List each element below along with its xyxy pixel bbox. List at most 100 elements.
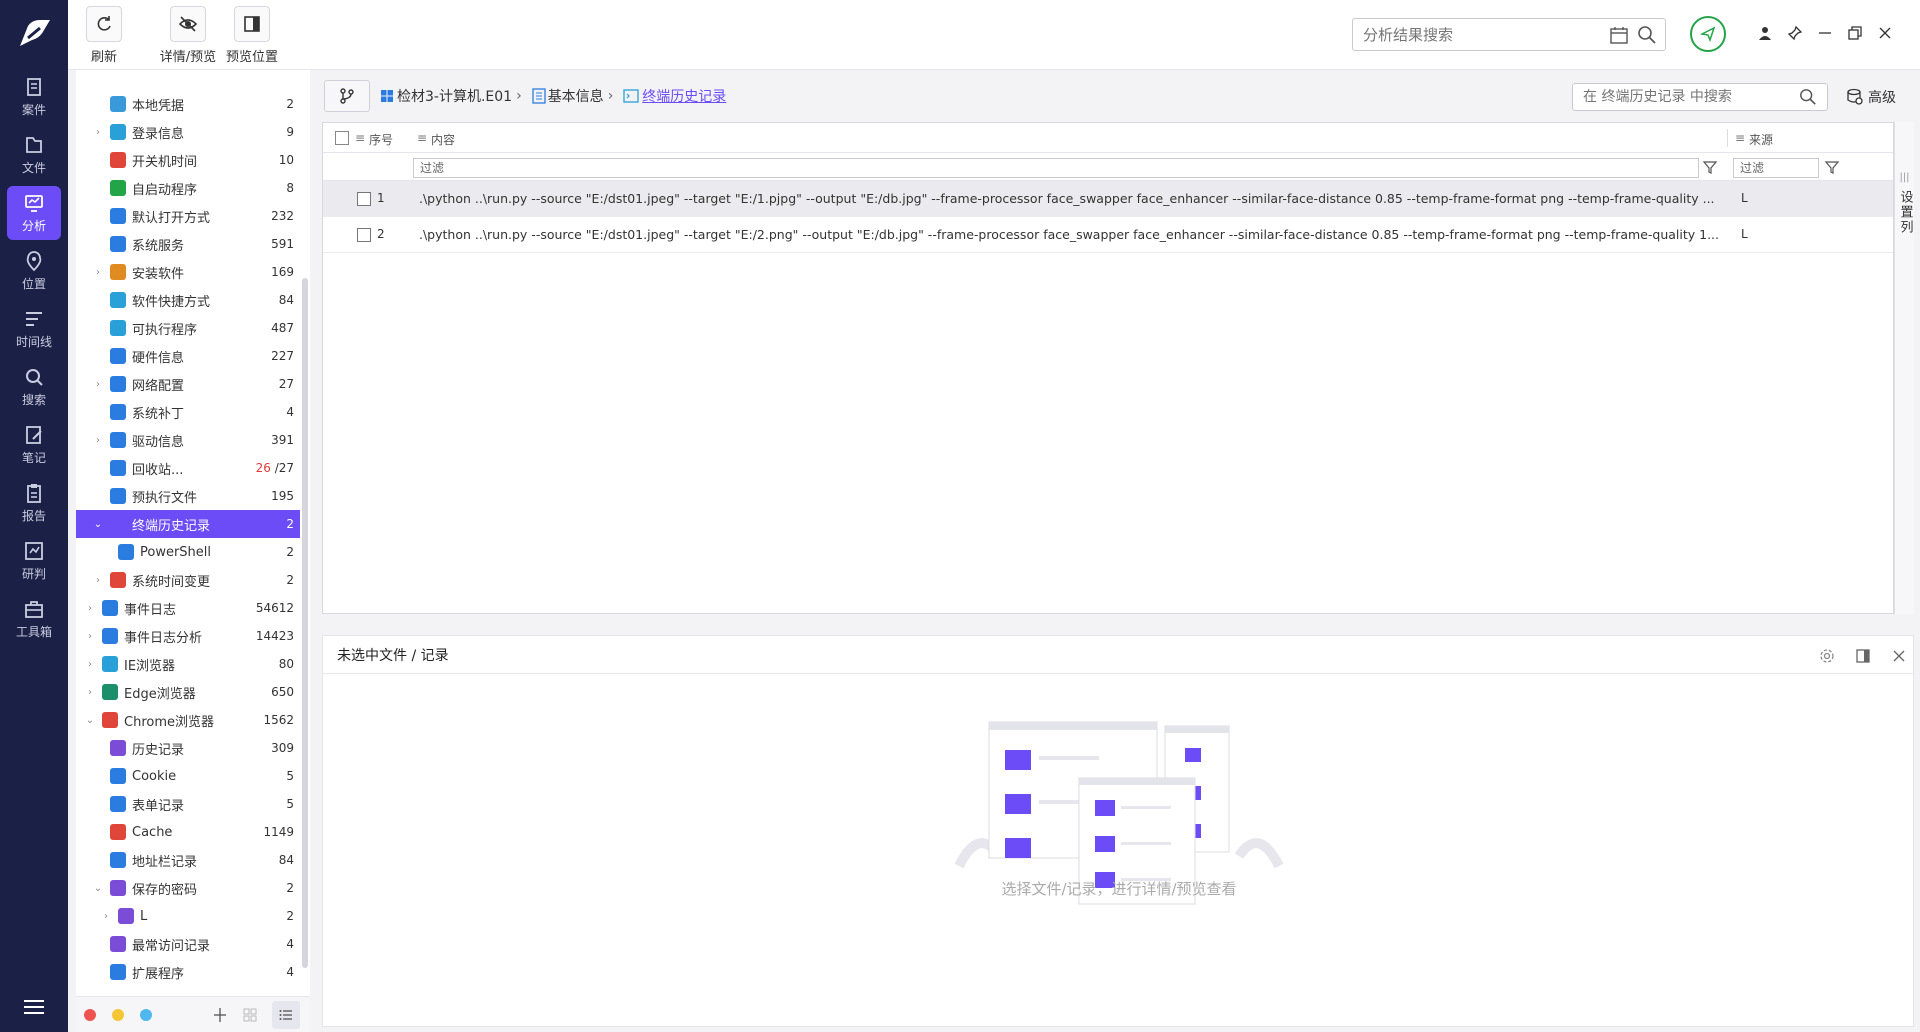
refresh-button[interactable]: 刷新 [86,6,122,65]
nav-item-case[interactable]: 案件 [7,70,61,124]
filter-icon[interactable] [1703,160,1717,174]
minimize-icon[interactable] [1814,22,1836,44]
collapse-icon[interactable] [212,1007,228,1023]
chevron-icon[interactable]: › [92,266,104,278]
chevron-icon[interactable]: ⌄ [84,714,96,726]
preview-position-button[interactable]: 预览位置 [204,6,300,65]
nav-item-search[interactable]: 搜索 [7,360,61,414]
tree-item[interactable]: 开关机时间 10 [76,146,300,174]
tree-item[interactable]: › 驱动信息 391 [76,426,300,454]
column-menu-icon[interactable]: ≡ [355,131,365,145]
tree-item[interactable]: ⌄ 终端历史记录 2 [76,510,300,538]
table-row[interactable]: 1 .\python ..\run.py --source "E:/dst01.j… [323,181,1893,217]
chevron-icon[interactable]: › [92,574,104,586]
tree-item[interactable]: 硬件信息 227 [76,342,300,370]
chevron-icon[interactable]: ⌄ [92,518,104,530]
content-filter-input[interactable]: 过滤 [413,158,1699,178]
close-icon[interactable] [1889,646,1909,666]
chevron-icon[interactable]: › [92,434,104,446]
source-filter-input[interactable]: 过滤 [1733,158,1819,178]
close-icon[interactable] [1874,22,1896,44]
yellow-filter-dot[interactable] [112,1008,124,1021]
row-checkbox[interactable] [357,228,371,242]
menu-icon[interactable] [0,992,68,1022]
nav-item-file[interactable]: 文件 [7,128,61,182]
chevron-icon[interactable]: › [100,910,112,922]
breadcrumb-item-image[interactable]: 检材3-计算机.E01 › [380,86,526,106]
tree-item[interactable]: 系统服务 591 [76,230,300,258]
pin-icon[interactable] [1784,22,1806,44]
column-menu-icon[interactable]: ≡ [417,131,427,145]
tree-item[interactable]: 本地凭据 2 [76,90,300,118]
tree-item[interactable]: › 事件日志 54612 [76,594,300,622]
chevron-icon[interactable]: › [84,602,96,614]
tree-item[interactable]: ⌄ 保存的密码 2 [76,874,300,902]
nav-item-analysis[interactable]: 分析 [7,186,61,240]
tree-item[interactable]: › 登录信息 9 [76,118,300,146]
table-row[interactable]: 2 .\python ..\run.py --source "E:/dst01.j… [323,217,1893,253]
list-view-button[interactable] [272,1001,300,1029]
tree-item[interactable]: 自启动程序 8 [76,174,300,202]
calendar-icon[interactable] [1609,25,1629,45]
layout-icon[interactable] [1853,646,1873,666]
search-icon[interactable] [1799,88,1817,106]
nav-item-toolbox[interactable]: 工具箱 [7,592,61,646]
user-icon[interactable] [1754,22,1776,44]
select-all-checkbox[interactable] [335,131,349,145]
tree-item[interactable]: › IE浏览器 80 [76,650,300,678]
restore-icon[interactable] [1844,22,1866,44]
chevron-icon[interactable]: › [84,630,96,642]
tree-item[interactable]: Cookie 5 [76,762,300,790]
tree-item[interactable]: 历史记录 309 [76,734,300,762]
column-settings-tab[interactable]: ||| 设置列 [1894,122,1914,614]
tree-item[interactable]: PowerShell 2 [76,538,300,566]
tree-item[interactable]: 系统补丁 4 [76,398,300,426]
grid-view-icon[interactable] [242,1007,258,1023]
table-search-input[interactable] [1573,84,1799,110]
tree-item[interactable]: 地址栏记录 84 [76,846,300,874]
global-search-input[interactable] [1353,19,1609,50]
tree-item[interactable]: › 安装软件 169 [76,258,300,286]
tree-item[interactable]: 预执行文件 195 [76,482,300,510]
tree-item[interactable]: › L 2 [76,902,300,930]
chevron-icon[interactable]: › [84,686,96,698]
column-menu-icon[interactable]: ≡ [1735,131,1745,145]
chevron-icon[interactable]: › [84,658,96,670]
red-filter-dot[interactable] [84,1008,96,1021]
tree-item[interactable]: 默认打开方式 232 [76,202,300,230]
send-button[interactable] [1690,16,1726,52]
chevron-icon[interactable]: › [92,126,104,138]
tree-item[interactable]: › 事件日志分析 14423 [76,622,300,650]
tree-item[interactable]: › 系统时间变更 2 [76,566,300,594]
nav-item-report[interactable]: 报告 [7,476,61,530]
tree-item[interactable]: 可执行程序 487 [76,314,300,342]
tree-scrollbar[interactable] [302,278,308,968]
tree-item[interactable]: Cache 1149 [76,818,300,846]
tree-item[interactable]: 表单记录 5 [76,790,300,818]
tree-item[interactable]: 扩展程序 4 [76,958,300,986]
branch-button[interactable] [324,80,370,112]
tree-item[interactable]: 回收站... 26 /27 [76,454,300,482]
tree-item[interactable]: › Edge浏览器 650 [76,678,300,706]
column-header-index[interactable]: 序号 [369,131,393,148]
nav-item-note[interactable]: 笔记 [7,418,61,472]
gear-icon[interactable] [1817,646,1837,666]
breadcrumb-item-terminal-history[interactable]: 终端历史记录 [623,86,726,106]
nav-item-judge[interactable]: 研判 [7,534,61,588]
filter-icon[interactable] [1825,160,1839,174]
tree-item[interactable]: 软件快捷方式 84 [76,286,300,314]
breadcrumb-item-basic-info[interactable]: 基本信息 › [532,86,618,106]
column-header-content[interactable]: 内容 [431,131,455,148]
column-header-source[interactable]: 来源 [1749,131,1773,148]
row-checkbox[interactable] [357,192,371,206]
advanced-search-button[interactable]: 高级 [1846,87,1896,107]
nav-item-timeline[interactable]: 时间线 [7,302,61,356]
search-icon[interactable] [1637,25,1657,45]
tree-item[interactable]: 最常访问记录 4 [76,930,300,958]
chevron-icon[interactable]: › [92,378,104,390]
blue-filter-dot[interactable] [140,1008,152,1021]
chevron-icon[interactable]: ⌄ [92,882,104,894]
tree-item[interactable]: ⌄ Chrome浏览器 1562 [76,706,300,734]
tree-item[interactable]: › 网络配置 27 [76,370,300,398]
nav-item-location[interactable]: 位置 [7,244,61,298]
